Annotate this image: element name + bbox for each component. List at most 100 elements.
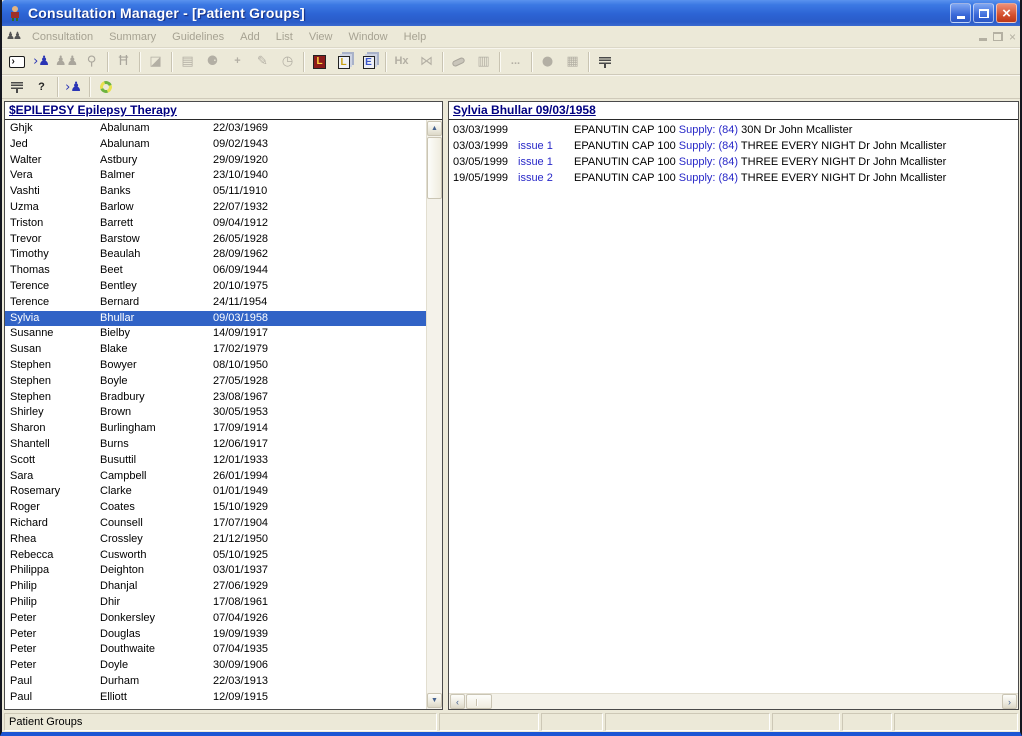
lifestyle-icon[interactable]: ⚈ xyxy=(200,51,225,73)
patient-dob: 09/03/1958 xyxy=(213,311,426,327)
scroll-down-icon[interactable]: ▼ xyxy=(427,693,442,708)
patient-row[interactable]: RosemaryClarke01/01/1949 xyxy=(5,484,426,500)
patient-row[interactable]: ScottBusuttil12/01/1933 xyxy=(5,453,426,469)
patient-row[interactable]: VashtiBanks05/11/1910 xyxy=(5,184,426,200)
patient-list-scrollbar[interactable]: ▲ ▼ xyxy=(426,120,442,709)
patient-first-name: Susan xyxy=(5,342,100,358)
content-area: $EPILEPSY Epilepsy Therapy GhjkAbalunam2… xyxy=(2,99,1020,711)
prescription-row[interactable]: 03/05/1999issue 1EPANUTIN CAP 100 Supply… xyxy=(449,154,1018,170)
patient-row[interactable]: SusanneBielby14/09/1917 xyxy=(5,326,426,342)
patient-row[interactable]: PeterDouthwaite07/04/1935 xyxy=(5,642,426,658)
patient-row[interactable]: ThomasBeet06/09/1944 xyxy=(5,263,426,279)
patient-surname: Burns xyxy=(100,437,213,453)
patient-row[interactable]: PhilipDhir17/08/1961 xyxy=(5,595,426,611)
hscrollbar-thumb[interactable] xyxy=(466,694,492,709)
patient-row[interactable]: PaulDurham22/03/1913 xyxy=(5,674,426,690)
refresh-icon[interactable] xyxy=(93,76,118,98)
medical-record-icon[interactable]: L xyxy=(307,51,332,73)
find-patient-icon[interactable]: ⚲ xyxy=(79,51,104,73)
patient-row[interactable]: PaulElliott12/09/1915 xyxy=(5,690,426,706)
pen-icon[interactable]: ✎ xyxy=(250,51,275,73)
audit-trail-icon[interactable]: ◷ xyxy=(275,51,300,73)
more-options-icon[interactable]: ... xyxy=(503,51,528,73)
patient-row[interactable]: PeterDonkersley07/04/1926 xyxy=(5,611,426,627)
scroll-up-icon[interactable]: ▲ xyxy=(427,121,442,136)
toolbar-separator xyxy=(499,52,500,72)
menu-item-help[interactable]: Help xyxy=(396,29,435,45)
patient-row[interactable]: UzmaBarlow22/07/1932 xyxy=(5,200,426,216)
close-button[interactable] xyxy=(996,3,1017,23)
history-icon[interactable]: Hx xyxy=(389,51,414,73)
patient-first-name: Thomas xyxy=(5,263,100,279)
patient-row[interactable]: TimothyBeaulah28/09/1962 xyxy=(5,247,426,263)
patient-row[interactable]: RebeccaCusworth05/10/1925 xyxy=(5,548,426,564)
patient-row[interactable]: TerenceBentley20/10/1975 xyxy=(5,279,426,295)
patient-row[interactable]: SharonBurlingham17/09/1914 xyxy=(5,421,426,437)
patient-groups-icon[interactable]: ♟♟ xyxy=(54,51,79,73)
help-icon[interactable]: ? xyxy=(29,76,54,98)
patient-row[interactable]: PhilipDhanjal27/06/1929 xyxy=(5,579,426,595)
patient-row[interactable]: SaraCampbell26/01/1994 xyxy=(5,469,426,485)
journal-icon[interactable]: ▤ xyxy=(175,51,200,73)
prescription-row[interactable]: 03/03/1999EPANUTIN CAP 100 Supply: (84) … xyxy=(449,122,1018,138)
patient-row[interactable]: TrevorBarstow26/05/1928 xyxy=(5,232,426,248)
examination-records-icon[interactable]: E xyxy=(357,51,382,73)
patient-row[interactable]: TristonBarrett09/04/1912 xyxy=(5,216,426,232)
restore-button[interactable] xyxy=(973,3,994,23)
patient-row[interactable]: TerenceBernard24/11/1954 xyxy=(5,295,426,311)
patient-row[interactable]: ShantellBurns12/06/1917 xyxy=(5,437,426,453)
scroll-right-icon[interactable]: › xyxy=(1002,694,1017,709)
patient-row[interactable]: PeterDouglas19/09/1939 xyxy=(5,627,426,643)
consultation-icon[interactable]: Ħ xyxy=(111,51,136,73)
record-icon[interactable]: ● xyxy=(535,51,560,73)
patient-row[interactable]: PeterDoyle30/09/1906 xyxy=(5,658,426,674)
dosage-and-doctor: THREE EVERY NIGHT Dr John Mcallister xyxy=(741,140,946,152)
prescription-row[interactable]: 19/05/1999issue 2EPANUTIN CAP 100 Supply… xyxy=(449,170,1018,186)
patient-row[interactable]: JedAbalunam09/02/1943 xyxy=(5,137,426,153)
menu-item-list[interactable]: List xyxy=(268,29,301,45)
select-patient-icon[interactable]: ›♟ xyxy=(29,51,54,73)
minimize-button[interactable] xyxy=(950,3,971,23)
patient-surname: Abalunam xyxy=(100,137,213,153)
patient-row[interactable]: RichardCounsell17/07/1904 xyxy=(5,516,426,532)
patient-dob: 19/09/1939 xyxy=(213,627,426,643)
mdi-minimize-icon[interactable] xyxy=(979,38,987,41)
patient-row[interactable]: RogerCoates15/10/1929 xyxy=(5,500,426,516)
menu-item-guidelines[interactable]: Guidelines xyxy=(164,29,232,45)
mdi-close-icon[interactable] xyxy=(1009,28,1016,46)
select-console-icon[interactable]: › xyxy=(4,51,29,73)
menu-item-consultation[interactable]: Consultation xyxy=(24,29,101,45)
patient-surname: Barlow xyxy=(100,200,213,216)
patient-row[interactable]: GhjkAbalunam22/03/1969 xyxy=(5,121,426,137)
menu-item-add[interactable]: Add xyxy=(232,29,268,45)
add-entry-icon[interactable]: + xyxy=(225,51,250,73)
links-icon[interactable]: ⋈ xyxy=(414,51,439,73)
patient-row[interactable]: WalterAstbury29/09/1920 xyxy=(5,153,426,169)
prescription-pill-icon[interactable] xyxy=(446,51,471,73)
patient-row[interactable]: SusanBlake17/02/1979 xyxy=(5,342,426,358)
therapy-records-icon[interactable]: L xyxy=(332,51,357,73)
menu-item-view[interactable]: View xyxy=(301,29,341,45)
scrollbar-thumb[interactable] xyxy=(427,137,442,199)
patient-row[interactable]: StephenBoyle27/05/1928 xyxy=(5,374,426,390)
dock-toolbar-icon[interactable] xyxy=(592,51,617,73)
dock-toolbar-icon[interactable] xyxy=(4,76,29,98)
select-patient-icon[interactable]: ›♟ xyxy=(61,76,86,98)
menu-item-window[interactable]: Window xyxy=(341,29,396,45)
scroll-left-icon[interactable]: ‹ xyxy=(450,694,465,709)
patient-row[interactable]: VeraBalmer23/10/1940 xyxy=(5,168,426,184)
patient-row[interactable]: ShirleyBrown30/05/1953 xyxy=(5,405,426,421)
menu-item-summary[interactable]: Summary xyxy=(101,29,164,45)
toolbar-separator xyxy=(107,52,108,72)
patient-row[interactable]: StephenBradbury23/08/1967 xyxy=(5,390,426,406)
keyboard-icon[interactable]: ▦ xyxy=(560,51,585,73)
eraser-icon[interactable]: ◪ xyxy=(143,51,168,73)
patient-row[interactable]: SylviaBhullar09/03/1958 xyxy=(5,311,426,327)
mdi-restore-icon[interactable] xyxy=(993,32,1003,41)
patient-row[interactable]: RheaCrossley21/12/1950 xyxy=(5,532,426,548)
notepad-icon[interactable]: ▥ xyxy=(471,51,496,73)
prescription-row[interactable]: 03/03/1999issue 1EPANUTIN CAP 100 Supply… xyxy=(449,138,1018,154)
patient-row[interactable]: PhilippaDeighton03/01/1937 xyxy=(5,563,426,579)
detail-horizontal-scrollbar[interactable]: ‹ › xyxy=(449,693,1018,709)
patient-row[interactable]: StephenBowyer08/10/1950 xyxy=(5,358,426,374)
